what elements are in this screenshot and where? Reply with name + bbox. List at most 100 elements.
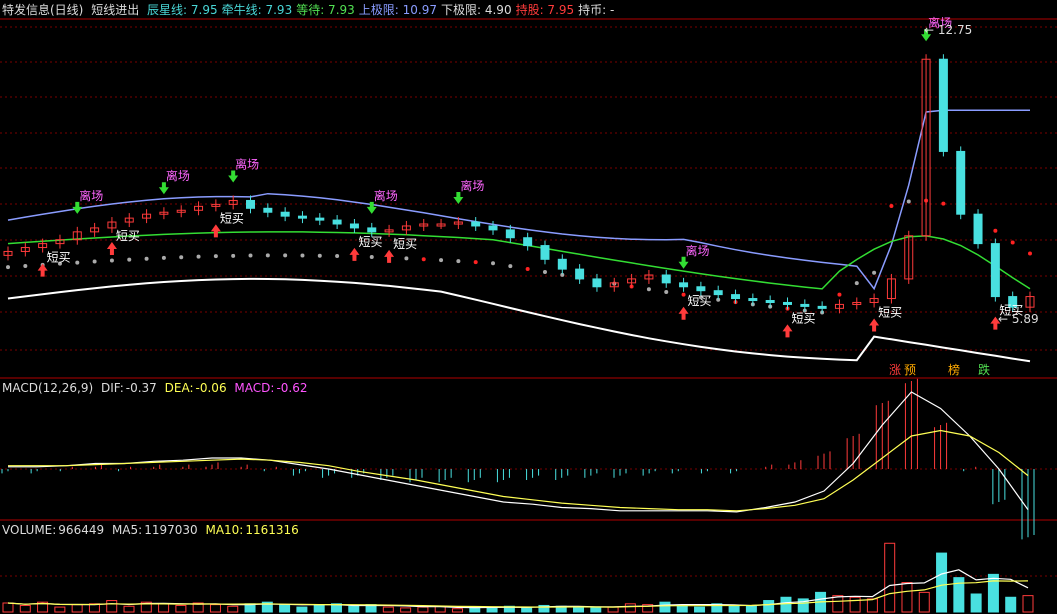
buy-label-6: 短买 — [791, 311, 815, 325]
stop-dot-0 — [6, 265, 10, 270]
lower-limit-line — [7, 277, 1031, 363]
exit-label-3: 离场 — [374, 188, 398, 203]
buy-arrow-7 — [869, 318, 880, 332]
stop-dot-26 — [456, 259, 461, 264]
stop-dot-50 — [872, 270, 877, 275]
candle-body-41 — [713, 290, 723, 296]
volume-bar-23 — [400, 607, 412, 613]
stop-dot-29 — [508, 264, 513, 269]
volume-bar-7 — [123, 605, 135, 613]
buy-arrow-1 — [106, 242, 117, 256]
candle-body-18 — [315, 217, 325, 221]
volume-bar-53 — [918, 591, 930, 613]
candle-body-54 — [938, 58, 948, 152]
ma5-value: 1197030 — [144, 523, 198, 537]
buy-arrow-0 — [37, 263, 48, 277]
indicator-item-1: 牵牛线: 7.93 — [221, 3, 293, 17]
candle-body-38 — [661, 274, 671, 284]
candle-body-46 — [800, 303, 810, 307]
buy-label-1: 短买 — [116, 229, 140, 243]
dif-label: DIF: — [100, 381, 124, 395]
volume-bar-20 — [348, 605, 360, 613]
volume-bar-54 — [936, 552, 948, 613]
stop-dot-15 — [265, 253, 270, 258]
stop-dot-54 — [941, 201, 946, 206]
buy-arrow-2 — [210, 224, 221, 238]
macd-title: MACD(12,26,9) — [2, 381, 94, 395]
stop-dot-6 — [109, 258, 114, 263]
buy-label-4: 短买 — [393, 237, 417, 251]
indicator-name: 短线进出 — [91, 3, 140, 17]
volume-bar-0 — [2, 602, 14, 613]
stop-dot-14 — [248, 253, 253, 258]
buy-label-0: 短买 — [47, 251, 71, 265]
volume-bar-6 — [106, 600, 118, 613]
macd-dea-line — [8, 429, 1029, 512]
volume-bar-9 — [158, 603, 170, 613]
buy-label-2: 短买 — [220, 211, 244, 225]
low-price-label: ← 5.89 — [998, 312, 1039, 326]
candle-body-32 — [557, 258, 567, 270]
stop-dot-17 — [300, 253, 305, 258]
exit-arrow-2 — [228, 170, 239, 183]
candle-body-34 — [592, 278, 602, 288]
indicator-item-4: 下极限: 4.90 — [441, 3, 512, 17]
volume-bar-3 — [54, 606, 66, 613]
volume-bar-52 — [901, 582, 913, 613]
volume-bar-18 — [313, 604, 325, 613]
stop-dot-59 — [1028, 251, 1032, 256]
candle-body-40 — [696, 286, 706, 292]
volume-bar-44 — [763, 600, 775, 613]
ma10-value: 1161316 — [245, 523, 299, 537]
stop-dot-49 — [854, 281, 859, 286]
stop-dot-27 — [473, 260, 478, 265]
volume-bar-22 — [382, 606, 394, 613]
candle-body-21 — [367, 227, 377, 233]
event-tag-0: 涨 — [889, 362, 901, 377]
volume-bar-12 — [209, 604, 221, 613]
volume-bar-40 — [694, 606, 706, 613]
volume-bar-10 — [175, 604, 187, 613]
buy-label-7: 短买 — [878, 306, 902, 320]
event-tag-3: 跌 — [978, 362, 990, 377]
exit-label-0: 离场 — [79, 188, 103, 203]
stop-dot-38 — [664, 290, 669, 295]
macd-value: -0.62 — [276, 381, 308, 395]
buy-arrow-6 — [782, 324, 793, 338]
exit-label-2: 离场 — [235, 156, 259, 171]
stop-dot-8 — [144, 256, 149, 261]
macd-label: MACD: — [234, 381, 275, 395]
exit-arrow-5 — [678, 256, 689, 269]
candle-body-27 — [471, 221, 481, 227]
candle-body-30 — [523, 237, 533, 247]
stop-dot-4 — [75, 260, 80, 265]
volume-bar-48 — [832, 595, 844, 613]
stop-dot-13 — [231, 253, 236, 258]
stop-dot-24 — [421, 257, 426, 262]
stock-title: 特发信息(日线) — [2, 3, 84, 17]
exit-arrow-1 — [158, 182, 169, 195]
candle-body-31 — [540, 245, 550, 260]
candle-body-57 — [990, 243, 1000, 298]
volume-bar-26 — [451, 608, 463, 613]
dea-label: DEA: — [164, 381, 194, 395]
event-tag-1: 预 — [904, 363, 916, 377]
candle-body-14 — [246, 199, 256, 209]
volume-bar-17 — [296, 606, 308, 613]
stop-dot-10 — [179, 255, 184, 260]
stop-dot-51 — [889, 204, 894, 209]
macd-panel-header: MACD(12,26,9) DIF: -0.37 DEA: -0.06 MACD: -… — [2, 379, 312, 397]
buy-arrow-3 — [349, 247, 360, 261]
volume-ma5-line — [7, 569, 1029, 609]
stop-dot-7 — [127, 257, 132, 262]
volume-bar-13 — [227, 605, 239, 613]
indicator-item-5: 持股: 7.95 — [515, 3, 575, 17]
volume-bar-34 — [590, 607, 602, 613]
candle-body-55 — [956, 150, 966, 215]
stop-dot-1 — [23, 263, 28, 268]
candle-body-39 — [679, 282, 689, 288]
buy-label-3: 短买 — [358, 235, 382, 249]
high-price-label: ← 12.75 — [924, 23, 972, 37]
volume-bar-39 — [676, 604, 688, 613]
volume-bar-4 — [71, 604, 83, 613]
